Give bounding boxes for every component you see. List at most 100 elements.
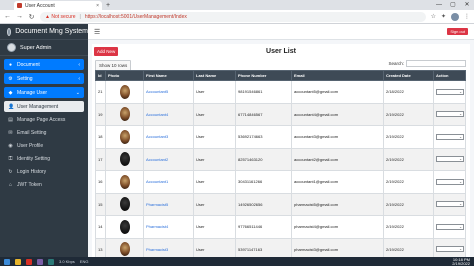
user-name-link[interactable]: Accountant5 xyxy=(146,89,168,94)
action-select[interactable]: ⌄ xyxy=(436,156,464,163)
sidebar-subitem-user-profile[interactable]: ◉ User Profile xyxy=(4,140,84,151)
table-row: 14 Pharmacist4 User 97766511446 pharmaci… xyxy=(95,215,466,239)
profile-icon: ◉ xyxy=(8,142,13,149)
sidebar-subitem-label: JWT Token xyxy=(17,181,42,188)
cell-last-name: User xyxy=(193,147,236,171)
tab-close-icon[interactable]: × xyxy=(96,3,99,9)
reload-icon[interactable]: ↻ xyxy=(28,13,35,21)
column-header-email[interactable]: Email xyxy=(291,70,384,81)
browser-tab[interactable]: User Account × xyxy=(14,1,102,10)
brand[interactable]: Document Mng System xyxy=(0,24,88,40)
column-header-created-date[interactable]: Created Date xyxy=(383,70,434,81)
cell-created-date: 2/18/2022 xyxy=(383,80,434,104)
user-name-link[interactable]: Accountant4 xyxy=(146,112,168,117)
column-header-action[interactable]: Action xyxy=(433,70,466,81)
brand-logo-icon xyxy=(7,27,12,36)
sidebar-item-setting[interactable]: ⚙ Setting ‹ xyxy=(4,73,84,84)
user-photo xyxy=(119,152,130,167)
mail-icon: ✉ xyxy=(8,129,13,136)
cell-last-name: User xyxy=(193,80,236,104)
sidebar-subitem-user-management[interactable]: 👤 User Management xyxy=(4,101,84,112)
action-select[interactable]: ⌄ xyxy=(436,178,464,185)
omnibox[interactable]: ▲ Not secure | https://localhost:5001/Us… xyxy=(40,11,426,22)
cell-id: 18 xyxy=(95,125,106,149)
search-input[interactable] xyxy=(406,60,466,67)
cell-photo xyxy=(105,102,144,126)
cell-photo xyxy=(105,80,144,104)
sidebar-item-manage-user[interactable]: ◆ Manage User ⌄ xyxy=(4,87,84,98)
column-header-photo[interactable]: Photo xyxy=(105,70,144,81)
visual-studio-icon[interactable] xyxy=(37,258,43,265)
action-select[interactable]: ⌄ xyxy=(436,201,464,208)
new-tab-button[interactable]: + xyxy=(106,1,110,10)
chrome-icon[interactable] xyxy=(26,258,32,265)
user-name-link[interactable]: Accountant3 xyxy=(146,134,168,139)
language-indicator[interactable]: ENG xyxy=(80,259,89,264)
user-table: Id Photo First Name Last Name Phone Numb… xyxy=(95,70,466,257)
chevron-down-icon: ⌄ xyxy=(75,89,80,96)
hamburger-icon[interactable]: ☰ xyxy=(94,28,100,36)
menu-dots-icon[interactable]: ⋮ xyxy=(464,13,470,21)
sidebar-subitem-manage-page-access[interactable]: ▤ Manage Page Access xyxy=(4,114,84,125)
back-icon[interactable]: ← xyxy=(4,13,11,20)
maximize-button[interactable]: ▢ xyxy=(446,0,460,10)
column-header-phone[interactable]: Phone Number xyxy=(235,70,292,81)
action-select[interactable]: ⌄ xyxy=(436,88,464,95)
sidebar-subitem-jwt-token[interactable]: ⌂ JWT Token xyxy=(4,179,84,190)
action-select[interactable]: ⌄ xyxy=(436,223,464,230)
profile-avatar[interactable] xyxy=(451,12,459,21)
user-photo xyxy=(119,197,130,212)
cell-email: accountant5@gmail.com xyxy=(291,80,384,104)
page-icon: ▤ xyxy=(8,116,13,123)
cell-action: ⌄ xyxy=(433,102,466,126)
browser-toolbar: ☆ ✦ ⋮ xyxy=(431,12,470,21)
user-name-link[interactable]: Accountant1 xyxy=(146,179,168,184)
cell-created-date: 2/19/2022 xyxy=(383,125,434,149)
table-header-row: Id Photo First Name Last Name Phone Numb… xyxy=(95,70,466,81)
user-name-link[interactable]: Accountant2 xyxy=(146,157,168,162)
cell-email: accountant3@gmail.com xyxy=(291,125,384,149)
minimize-button[interactable]: — xyxy=(432,0,446,10)
sidebar: Document Mng System Super Admin ● Docume… xyxy=(0,24,88,257)
column-header-first-name[interactable]: First Name xyxy=(143,70,194,81)
column-header-last-name[interactable]: Last Name xyxy=(193,70,236,81)
user-photo xyxy=(119,84,130,99)
add-new-button[interactable]: Add New xyxy=(94,47,119,56)
user-name-link[interactable]: Pharmacist3 xyxy=(146,247,168,252)
gear-icon: ⚙ xyxy=(8,75,13,82)
start-icon[interactable] xyxy=(4,258,10,265)
user-avatar xyxy=(7,43,16,52)
cell-created-date: 2/19/2022 xyxy=(383,170,434,194)
cell-first-name: Accountant1 xyxy=(143,170,194,194)
star-icon[interactable]: ☆ xyxy=(431,13,436,21)
table-row: 16 Accountant1 User 30431161266 accounta… xyxy=(95,170,466,194)
user-panel[interactable]: Super Admin xyxy=(0,40,88,56)
cell-email: pharmacist5@gmail.com xyxy=(291,192,384,216)
cell-last-name: User xyxy=(193,170,236,194)
action-select[interactable]: ⌄ xyxy=(436,111,464,118)
sidebar-subitem-identity-setting[interactable]: ⚿ Identity Setting xyxy=(4,153,84,164)
action-select[interactable]: ⌄ xyxy=(436,246,464,253)
user-name-link[interactable]: Pharmacist4 xyxy=(146,224,168,229)
action-select[interactable]: ⌄ xyxy=(436,133,464,140)
sidebar-subitem-label: User Profile xyxy=(17,142,44,149)
extensions-icon[interactable]: ✦ xyxy=(441,13,446,21)
sidebar-subitem-login-history[interactable]: ↻ Login History xyxy=(4,166,84,177)
cell-phone: 53971147163 xyxy=(235,237,292,257)
sidebar-item-document[interactable]: ● Document ‹ xyxy=(4,59,84,70)
forward-icon[interactable]: → xyxy=(16,13,23,20)
app-icon[interactable] xyxy=(48,258,54,265)
explorer-icon[interactable] xyxy=(15,258,21,265)
cell-email: accountant4@gmail.com xyxy=(291,102,384,126)
page-title: User List xyxy=(266,48,296,55)
url-text[interactable]: https://localhost:5001/UserManagement/In… xyxy=(85,14,187,20)
user-name-link[interactable]: Pharmacist5 xyxy=(146,202,168,207)
close-window-button[interactable]: ✕ xyxy=(460,0,474,10)
column-header-id[interactable]: Id xyxy=(95,70,106,81)
taskbar-clock[interactable]: 10:18 PM 2/19/2022 xyxy=(452,257,470,266)
not-secure-indicator[interactable]: ▲ Not secure xyxy=(45,14,76,20)
cell-last-name: User xyxy=(193,192,236,216)
sign-out-button[interactable]: Sign out xyxy=(447,28,468,35)
browser-tab-bar: User Account × + — ▢ ✕ xyxy=(0,0,474,10)
sidebar-subitem-email-setting[interactable]: ✉ Email Setting xyxy=(4,127,84,138)
